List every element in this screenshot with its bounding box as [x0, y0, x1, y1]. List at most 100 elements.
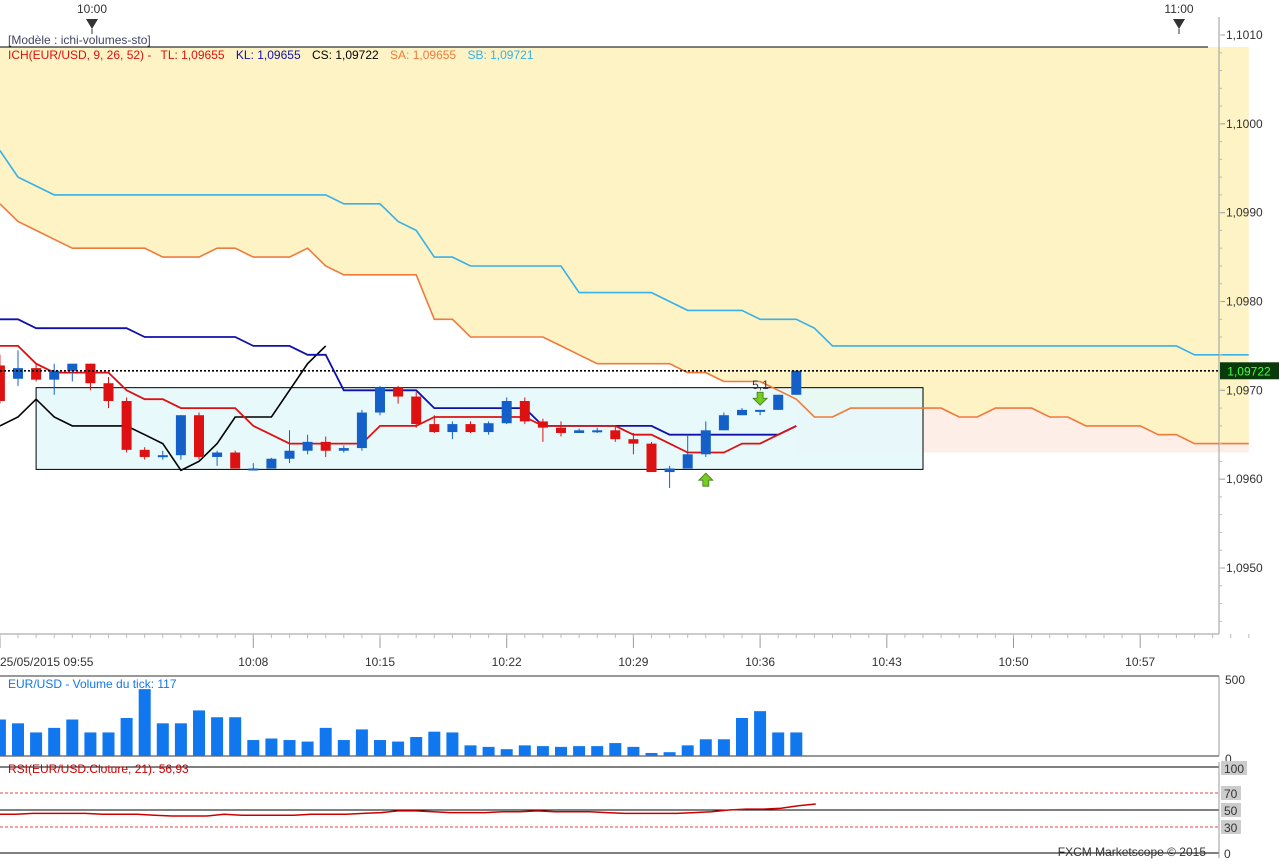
volume-bar [790, 732, 803, 756]
candle [175, 415, 186, 460]
top-marker-1100: 11:00 [1164, 2, 1193, 16]
candle [411, 392, 422, 428]
volume-bar [374, 740, 386, 756]
candle [791, 370, 802, 395]
volume-bar [84, 732, 97, 756]
price-tick-label: 1,0950 [1226, 561, 1263, 575]
time-axis-label: 10:08 [238, 655, 268, 669]
volume-bar [337, 740, 350, 756]
candle [773, 394, 784, 410]
volume-bar [229, 717, 242, 756]
candle-body [483, 423, 494, 433]
legend-ich: ICH(EUR/USD, 9, 26, 52) - [8, 48, 151, 62]
candle [501, 397, 512, 425]
candle-body [375, 387, 385, 413]
rsi-title: RSI(EUR/USD.Cloture, 21): 56,93 [8, 762, 189, 776]
volume-bar [772, 732, 785, 756]
volume-bar [518, 745, 531, 756]
candle [646, 441, 657, 473]
legend-tl: TL: 1,09655 [161, 48, 225, 62]
time-axis-label: 10:50 [998, 655, 1028, 669]
candle-body [592, 430, 603, 433]
price-tick-label: 1,1000 [1226, 117, 1263, 131]
price-tick-label: 1,0970 [1226, 383, 1263, 397]
candle-body [411, 396, 422, 425]
current-price-label: 1,09722 [1220, 362, 1279, 380]
candle-body [646, 443, 657, 473]
candle-body [773, 394, 784, 410]
volume-bar [681, 745, 694, 756]
price-tick-label: 1,1010 [1226, 28, 1263, 42]
candle-body [67, 363, 78, 371]
legend-sa: SA: 1,09655 [390, 48, 456, 62]
volume-bar [301, 741, 314, 756]
rsi-label-70: 70 [1224, 787, 1238, 801]
volume-title: EUR/USD - Volume du tick: 117 [8, 677, 177, 691]
candle-body [537, 421, 548, 428]
indicator-legend: ICH(EUR/USD, 9, 26, 52) - TL: 1,09655 KL… [8, 48, 534, 62]
time-axis-label: 10:36 [745, 655, 775, 669]
candle-body [338, 448, 349, 451]
candle-body [737, 409, 747, 416]
template-label: [Modèle : ichi-volumes-sto] [8, 33, 151, 47]
volume-bar [536, 746, 549, 756]
volume-bar [663, 752, 676, 756]
volume-bar [410, 737, 423, 756]
volume-bar [265, 738, 278, 756]
volume-bar [464, 745, 477, 756]
candle-body [755, 409, 766, 412]
candle-body [212, 452, 223, 457]
candle-body [610, 430, 621, 440]
rsi-label-0: 0 [1224, 847, 1231, 860]
volume-bar [48, 727, 61, 756]
time-axis-label: 10:22 [492, 655, 522, 669]
candle-body [284, 450, 295, 459]
candle [194, 412, 204, 460]
volume-bar [12, 723, 24, 756]
time-axis-label: 10:43 [872, 655, 902, 669]
volume-bar [736, 718, 748, 756]
volume-bar [193, 710, 205, 756]
candle-body [31, 368, 42, 380]
volume-bar [446, 732, 459, 756]
candle-body [103, 383, 114, 401]
chart-canvas: 5,1 10:00 11:00 [Modèle : ichi-volumes-s… [0, 2, 1279, 861]
candle-body [429, 424, 440, 433]
candle-body [447, 424, 458, 433]
candle-body [121, 400, 132, 450]
volume-bar [156, 723, 169, 756]
candle-body [519, 400, 530, 422]
candle-body [85, 363, 96, 384]
volume-bar [102, 732, 115, 756]
current-price-value: 1,09722 [1227, 364, 1271, 378]
candle [718, 412, 729, 431]
candle-body [302, 441, 313, 451]
candle-body [628, 439, 639, 444]
candle-body [175, 415, 186, 456]
candle-body [718, 415, 729, 431]
volume-bar [120, 718, 133, 756]
volume-bar [591, 746, 604, 756]
volume-bar [66, 719, 79, 756]
volume-bar [392, 741, 405, 756]
rsi-label-50: 50 [1224, 804, 1238, 818]
candle-body [574, 430, 585, 433]
candle-body [320, 441, 331, 451]
candle-body [230, 452, 241, 469]
candle-body [700, 430, 711, 455]
candle [266, 457, 277, 469]
time-axis-first-label: 25/05/2015 09:55 [0, 655, 94, 669]
volume-bar [627, 746, 640, 756]
candle-body [791, 370, 802, 395]
candle-body [157, 455, 168, 458]
candle-body [682, 454, 693, 469]
volume-bar [355, 729, 368, 756]
signal-label: 5,1 [752, 378, 769, 392]
rsi-label-30: 30 [1224, 821, 1238, 835]
time-axis-label: 10:57 [1125, 655, 1155, 669]
volume-bar [645, 752, 658, 756]
volume-bar [555, 746, 567, 756]
candle-body [465, 424, 476, 433]
volume-bar [609, 743, 622, 756]
volume-bars [0, 689, 803, 756]
